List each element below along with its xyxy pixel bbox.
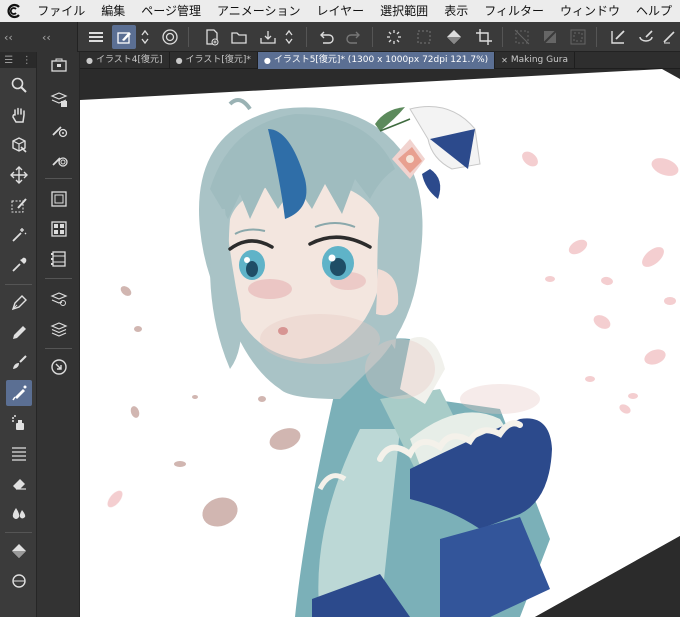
menu-item-3[interactable]: アニメーション: [209, 0, 309, 22]
deselect-icon[interactable]: [510, 25, 534, 49]
unsaved-dot-icon: ●: [263, 56, 271, 65]
new-file-icon[interactable]: [200, 25, 224, 49]
invert-selection-icon[interactable]: [538, 25, 562, 49]
document-tab-label: イラスト4[復元]: [95, 55, 163, 65]
save-icon[interactable]: [256, 25, 280, 49]
lasso-pen-icon[interactable]: [6, 192, 32, 218]
layer-stack-icon[interactable]: [46, 316, 72, 342]
menu-bar: ファイル 編集 ページ管理 アニメーション レイヤー 選択範囲 表示 フィルター ウィンドウ ヘル…: [0, 0, 680, 22]
canvas-area[interactable]: [80, 69, 680, 617]
timeline-icon[interactable]: [46, 246, 72, 272]
menu-item-7[interactable]: フィルター: [476, 0, 552, 22]
collapse-subpanel-icon[interactable]: ‹‹: [42, 31, 51, 44]
clip-studio-logo-icon[interactable]: [0, 0, 29, 22]
layer-property-icon[interactable]: [46, 86, 72, 112]
pencil-icon[interactable]: [6, 320, 32, 346]
lines-icon[interactable]: [6, 440, 32, 466]
sub-view-icon[interactable]: [46, 216, 72, 242]
canvas-paper[interactable]: [80, 69, 680, 617]
document-tab-3[interactable]: ✕ Making Gura: [495, 52, 576, 69]
sub-tool-menu-icon[interactable]: [46, 52, 72, 78]
sub-tool-panel: [37, 52, 80, 617]
menu-item-2[interactable]: ページ管理: [133, 0, 209, 22]
document-tab-0[interactable]: ● イラスト4[復元]: [80, 52, 170, 69]
tool-panel: ☰ ⋮: [0, 52, 37, 617]
save-options-chevrons-icon[interactable]: [282, 25, 296, 49]
toolbar-left-strip: ‹‹ ‹‹: [0, 22, 78, 52]
menu-item-9[interactable]: ヘルプ: [628, 0, 680, 22]
navigator-icon[interactable]: [46, 186, 72, 212]
brush-size-icon[interactable]: [46, 146, 72, 172]
drops-icon[interactable]: [6, 500, 32, 526]
close-tab-icon[interactable]: ✕: [501, 52, 508, 69]
tool-property-icon[interactable]: [46, 116, 72, 142]
tool-panel-header: ☰ ⋮: [0, 52, 36, 68]
redo-icon[interactable]: [342, 25, 366, 49]
magnifier-icon[interactable]: [6, 72, 32, 98]
clear-icon[interactable]: [382, 25, 406, 49]
mode-switch-chevrons-icon[interactable]: [138, 25, 152, 49]
command-bar: ‹‹ ‹‹: [0, 22, 680, 52]
edit-mode-icon[interactable]: [112, 25, 136, 49]
check-pen-icon[interactable]: [606, 25, 630, 49]
move-arrows-icon[interactable]: [6, 162, 32, 188]
spray-icon[interactable]: [6, 410, 32, 436]
layer-search-icon[interactable]: [46, 286, 72, 312]
document-tab-label: イラスト5[復元]* (1300 x 1000px 72dpi 121.7%): [273, 55, 489, 65]
document-tab-label: イラスト[復元]*: [185, 55, 251, 65]
menu-item-0[interactable]: ファイル: [29, 0, 93, 22]
pen-nib-icon[interactable]: [6, 290, 32, 316]
unsaved-dot-icon: ●: [175, 56, 183, 65]
hamburger-menu-icon[interactable]: [84, 25, 108, 49]
bucket-stroke-icon[interactable]: [634, 25, 658, 49]
menu-item-1[interactable]: 編集: [93, 0, 133, 22]
fill-selection-icon[interactable]: [442, 25, 466, 49]
document-tab-1[interactable]: ● イラスト[復元]*: [170, 52, 258, 69]
panel-grip-icon[interactable]: ⋮: [22, 55, 32, 66]
menu-item-6[interactable]: 表示: [436, 0, 476, 22]
crop-icon[interactable]: [472, 25, 496, 49]
menu-item-4[interactable]: レイヤー: [309, 0, 373, 22]
eraser-icon[interactable]: [6, 470, 32, 496]
open-folder-icon[interactable]: [228, 25, 252, 49]
more-tools-icon[interactable]: [660, 25, 678, 49]
document-tab-label: Making Gura: [510, 55, 569, 65]
panel-menu-icon[interactable]: ☰: [4, 55, 13, 66]
menu-item-8[interactable]: ウィンドウ: [552, 0, 628, 22]
gradient-icon[interactable]: [6, 568, 32, 594]
menu-items: ファイル 編集 ページ管理 アニメーション レイヤー 選択範囲 表示 フィルター ウィンドウ ヘル…: [29, 0, 680, 22]
airbrush-icon[interactable]: [6, 380, 32, 406]
document-tab-bar: ● イラスト4[復元] ● イラスト[復元]* ● イラスト5[復元]* (1300 x …: [80, 52, 680, 69]
expand-selection-icon[interactable]: [566, 25, 590, 49]
magic-wand-icon[interactable]: [6, 222, 32, 248]
spiral-icon[interactable]: [158, 25, 182, 49]
cube-arrow-icon[interactable]: [6, 132, 32, 158]
bucket-icon[interactable]: [6, 538, 32, 564]
unsaved-dot-icon: ●: [86, 56, 93, 65]
transparent-fill-icon[interactable]: [412, 25, 436, 49]
document-tab-2[interactable]: ● イラスト5[復元]* (1300 x 1000px 72dpi 121.7%): [257, 52, 496, 69]
search-layer-icon[interactable]: [46, 354, 72, 380]
menu-item-5[interactable]: 選択範囲: [372, 0, 436, 22]
hand-icon[interactable]: [6, 102, 32, 128]
brush-icon[interactable]: [6, 350, 32, 376]
collapse-left-icon[interactable]: ‹‹: [4, 31, 13, 44]
undo-icon[interactable]: [314, 25, 338, 49]
eyedropper-icon[interactable]: [6, 252, 32, 278]
